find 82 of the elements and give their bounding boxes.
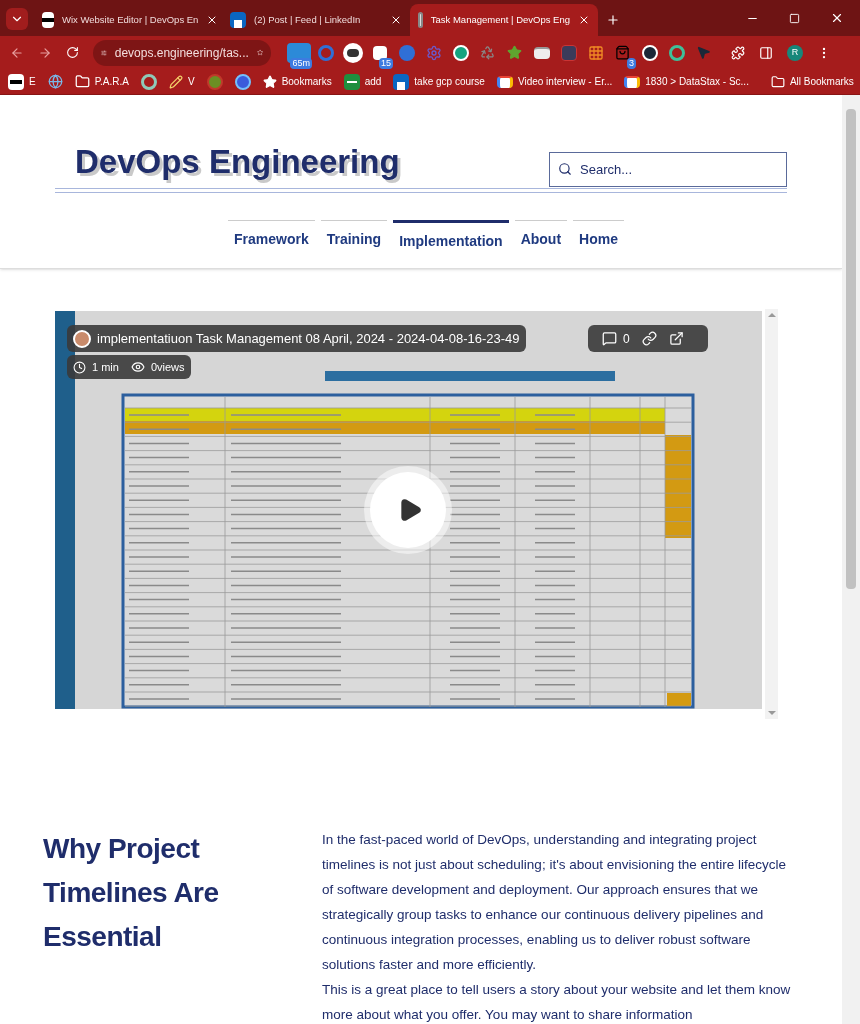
page-scrollbar[interactable] xyxy=(842,95,860,1024)
swirl-icon[interactable] xyxy=(668,44,685,61)
grid-icon[interactable] xyxy=(587,44,604,61)
wordpress-icon xyxy=(47,74,63,89)
browser-tab[interactable]: (2) Post | Feed | LinkedIn xyxy=(222,4,410,36)
folder-icon xyxy=(770,74,785,89)
tab-title: Wix Website Editor | DevOps En xyxy=(62,12,199,27)
link-icon[interactable] xyxy=(641,331,657,346)
profile-avatar[interactable]: R xyxy=(787,44,803,61)
tab-list-button[interactable] xyxy=(6,8,28,30)
reload-icon[interactable] xyxy=(66,46,79,59)
tab-title: Task Management | DevOps Eng xyxy=(430,12,570,27)
search-icon xyxy=(558,161,572,176)
sheet-icon xyxy=(343,73,360,90)
linkedin-icon xyxy=(230,12,246,28)
section-paragraph: This is a great place to tell users a story about your website and let them know more about what you offer. You may want to share information xyxy=(322,981,792,1024)
extension-badge: 15 xyxy=(379,57,393,69)
steam-icon[interactable] xyxy=(641,44,658,61)
close-icon[interactable] xyxy=(390,14,402,26)
tab-title: (2) Post | Feed | LinkedIn xyxy=(254,12,362,27)
comment-icon[interactable] xyxy=(602,331,617,346)
forward-icon[interactable] xyxy=(38,45,52,60)
page-icon xyxy=(418,12,423,28)
back-icon[interactable] xyxy=(10,45,24,60)
url-text: devops.engineering/tas... xyxy=(114,44,249,62)
extensions-icon[interactable] xyxy=(731,45,745,60)
extension-badge: 65m xyxy=(290,57,312,69)
mail-icon xyxy=(496,75,513,88)
maximize-icon[interactable] xyxy=(789,12,800,24)
browser-tab[interactable]: Wix Website Editor | DevOps En xyxy=(34,4,222,36)
bookmark[interactable] xyxy=(47,74,63,89)
section-paragraph: In the fast-paced world of DevOps, understanding and integrating project timelines is not just about scheduling; it's about envisioning the entire lifecycle of software development and deployment. Our approach ensures that we strategically group tasks to enhance our continuous delivery pipelines and continuous integration processes, enabling us to deliver robust software solutions faster and more efficiently. xyxy=(322,831,788,974)
external-link-icon[interactable] xyxy=(668,331,684,346)
swirl-icon xyxy=(140,73,157,90)
bag-icon[interactable] xyxy=(615,45,630,60)
nav-link[interactable]: Implementation xyxy=(393,219,509,252)
search-field[interactable]: Search... xyxy=(549,151,787,187)
nav-link[interactable]: Framework xyxy=(228,219,315,252)
close-icon[interactable] xyxy=(578,14,590,26)
linkedin-icon xyxy=(393,73,410,90)
star-icon[interactable] xyxy=(507,45,522,60)
section-heading: Why Project Timelines Are Essential xyxy=(43,832,220,954)
extension-badge: 3 xyxy=(627,57,636,69)
bookmark[interactable]: E xyxy=(8,73,36,90)
flag-icon[interactable] xyxy=(372,45,387,60)
bookmark[interactable]: Video interview - Er... xyxy=(496,74,613,89)
bookmark[interactable] xyxy=(234,73,251,90)
nav-link[interactable]: About xyxy=(514,219,568,252)
duration: 1 min xyxy=(92,359,119,375)
clock-icon xyxy=(73,360,86,374)
bookmark[interactable]: add xyxy=(343,73,382,90)
video-scrollbar[interactable] xyxy=(765,309,778,719)
folder-icon xyxy=(74,74,90,89)
window-icon[interactable] xyxy=(533,46,550,59)
bookmark[interactable]: V xyxy=(168,74,195,89)
pencil-icon xyxy=(168,74,183,89)
video-player[interactable]: implementatiuon Task Management 08 April, 2024 - 2024-04-08-16-23-49 0 1 min 0views xyxy=(55,311,762,709)
bookmark[interactable] xyxy=(140,73,157,90)
star-icon xyxy=(262,74,277,89)
eye-icon xyxy=(130,360,145,374)
bookmark[interactable]: 1830 > DataStax - Sc... xyxy=(624,74,749,89)
dots-icon[interactable] xyxy=(342,42,363,63)
bookmark[interactable]: P.A.R.A xyxy=(74,74,129,89)
all-bookmarks[interactable]: All Bookmarks xyxy=(770,74,854,89)
wix-icon xyxy=(8,73,24,90)
new-tab-icon[interactable] xyxy=(606,13,620,27)
bookmark[interactable]: Bookmarks xyxy=(262,74,332,89)
figure-icon xyxy=(206,73,223,90)
browser-tab[interactable]: Task Management | DevOps Eng xyxy=(410,4,598,36)
bookmark[interactable]: take gcp course xyxy=(393,73,485,90)
avatar-icon xyxy=(73,329,91,348)
wix-icon xyxy=(42,12,54,28)
video-title: implementatiuon Task Management 08 April, 2024 - 2024-04-08-16-23-49 xyxy=(97,329,520,348)
address-bar[interactable]: devops.engineering/tas... xyxy=(93,39,271,66)
mail-icon xyxy=(624,75,641,88)
view-count: 0views xyxy=(150,359,185,375)
close-icon[interactable] xyxy=(830,11,844,25)
comment-count: 0 xyxy=(623,330,630,348)
side-panel-icon[interactable] xyxy=(759,45,773,60)
nav-link[interactable]: Home xyxy=(573,219,624,252)
nav-link[interactable]: Training xyxy=(320,219,388,252)
site-title: DevOps Engineering xyxy=(75,142,400,182)
